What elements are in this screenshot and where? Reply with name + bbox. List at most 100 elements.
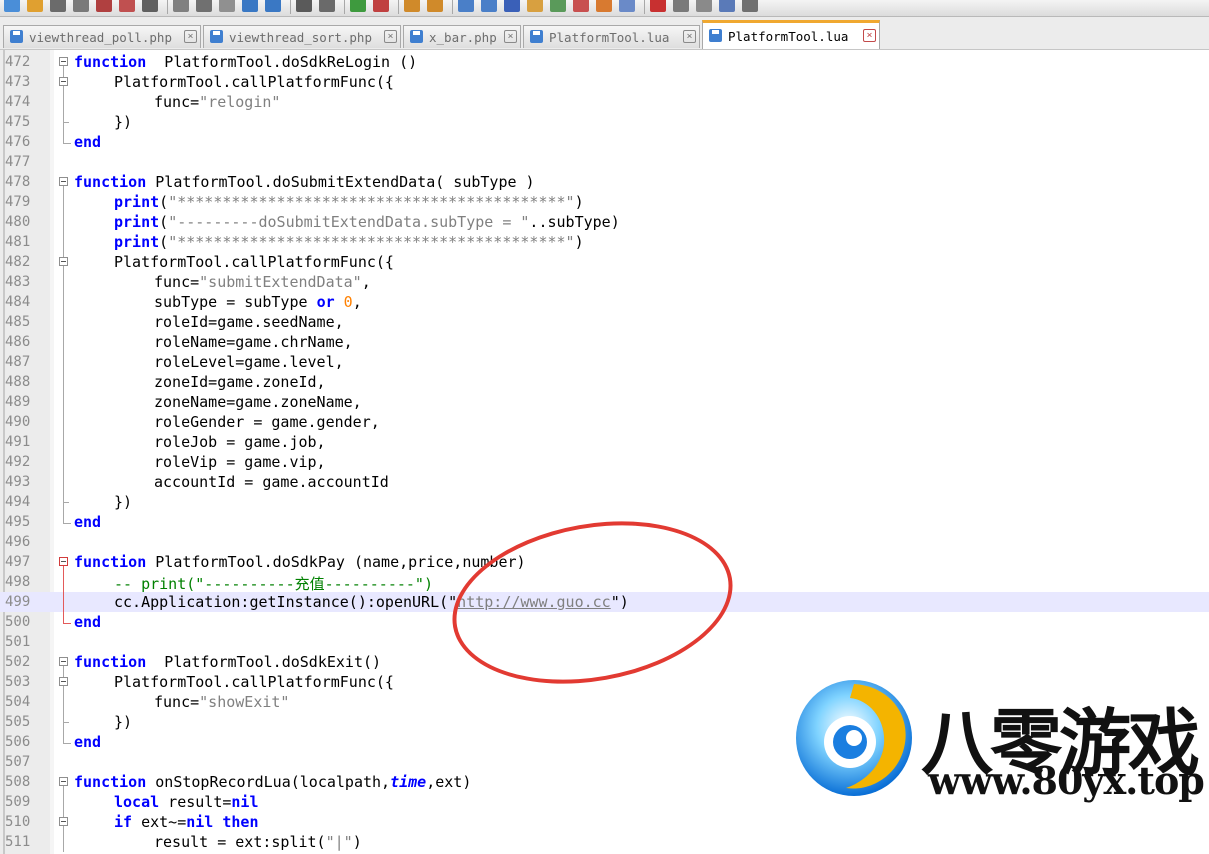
code-line[interactable]: 511 result = ext:split("|") (0, 832, 1209, 852)
code-line[interactable]: 472 function PlatformTool.doSdkReLogin () (0, 52, 1209, 72)
code-text[interactable]: func="relogin" (154, 93, 280, 111)
indent-guide-icon[interactable] (504, 0, 520, 12)
doc-map-icon[interactable] (550, 0, 566, 12)
find-icon[interactable] (296, 0, 312, 12)
code-text[interactable]: function PlatformTool.doSdkReLogin () (74, 53, 417, 71)
code-text[interactable]: print("*********************************… (114, 233, 584, 251)
tab-4[interactable]: PlatformTool.lua × (523, 25, 700, 48)
code-text[interactable]: accountId = game.accountId (154, 473, 389, 491)
code-text[interactable]: function PlatformTool.doSubmitExtendData… (74, 173, 535, 191)
code-text[interactable]: PlatformTool.callPlatformFunc({ (114, 73, 394, 91)
paste-icon[interactable] (219, 0, 235, 12)
code-line[interactable]: 475}) (0, 112, 1209, 132)
code-text[interactable]: zoneId=game.zoneId, (154, 373, 326, 391)
zoom-in-icon[interactable] (350, 0, 366, 12)
undo-icon[interactable] (242, 0, 258, 12)
code-line[interactable]: 484 subType = subType or 0, (0, 292, 1209, 312)
code-line[interactable]: 510 if ext~=nil then (0, 812, 1209, 832)
fold-toggle-icon[interactable] (59, 777, 68, 786)
code-line[interactable]: 473 PlatformTool.callPlatformFunc({ (0, 72, 1209, 92)
code-line[interactable]: 480 print("---------doSubmitExtendData.su… (0, 212, 1209, 232)
code-line[interactable]: 493 accountId = game.accountId (0, 472, 1209, 492)
code-text[interactable]: end (74, 513, 101, 531)
code-text[interactable]: result = ext:split("|") (154, 833, 362, 851)
fold-toggle-icon[interactable] (59, 677, 68, 686)
code-text[interactable]: local result=nil (114, 793, 259, 811)
code-text[interactable]: print("*********************************… (114, 193, 584, 211)
code-line[interactable]: 481 print("******************************… (0, 232, 1209, 252)
folder-workspace-icon[interactable] (596, 0, 612, 12)
code-text[interactable]: subType = subType or 0, (154, 293, 362, 311)
code-line[interactable]: 478 function PlatformTool.doSubmitExtendD… (0, 172, 1209, 192)
code-text[interactable]: }) (114, 713, 132, 731)
sync-vertical-icon[interactable] (404, 0, 420, 12)
code-text[interactable]: roleVip = game.vip, (154, 453, 326, 471)
code-text[interactable]: zoneName=game.zoneName, (154, 393, 362, 411)
tab-1[interactable]: viewthread_poll.php × (3, 25, 201, 48)
code-line[interactable]: 487 roleLevel=game.level, (0, 352, 1209, 372)
replace-icon[interactable] (319, 0, 335, 12)
code-text[interactable]: func="submitExtendData", (154, 273, 371, 291)
redo-icon[interactable] (265, 0, 281, 12)
user-language-icon[interactable] (527, 0, 543, 12)
copy-icon[interactable] (196, 0, 212, 12)
code-text[interactable]: PlatformTool.callPlatformFunc({ (114, 253, 394, 271)
code-text[interactable]: roleId=game.seedName, (154, 313, 344, 331)
fold-toggle-icon[interactable] (59, 77, 68, 86)
record-macro-icon[interactable] (650, 0, 666, 12)
play-macro-icon[interactable] (696, 0, 712, 12)
code-text[interactable]: if ext~=nil then (114, 813, 259, 831)
cut-icon[interactable] (173, 0, 189, 12)
code-text[interactable]: roleJob = game.job, (154, 433, 326, 451)
tab-close-icon[interactable]: × (384, 30, 397, 43)
sync-horizontal-icon[interactable] (427, 0, 443, 12)
code-text[interactable]: end (74, 613, 101, 631)
show-all-chars-icon[interactable] (481, 0, 497, 12)
fold-toggle-icon[interactable] (59, 657, 68, 666)
code-text[interactable]: func="showExit" (154, 693, 289, 711)
code-text[interactable]: function onStopRecordLua(localpath,time,… (74, 773, 471, 791)
tab-close-icon[interactable]: × (184, 30, 197, 43)
code-text[interactable]: end (74, 733, 101, 751)
function-list-icon[interactable] (573, 0, 589, 12)
tab-5[interactable]: PlatformTool.lua × (702, 20, 880, 49)
code-line[interactable]: 482 PlatformTool.callPlatformFunc({ (0, 252, 1209, 272)
run-macro-multiple-icon[interactable] (719, 0, 735, 12)
code-text[interactable]: }) (114, 493, 132, 511)
code-text[interactable]: function PlatformTool.doSdkExit() (74, 653, 381, 671)
code-text[interactable]: PlatformTool.callPlatformFunc({ (114, 673, 394, 691)
code-line[interactable]: 483 func="submitExtendData", (0, 272, 1209, 292)
code-line[interactable]: 476 end (0, 132, 1209, 152)
save-icon[interactable] (50, 0, 66, 12)
close-icon[interactable] (96, 0, 112, 12)
tab-close-icon[interactable]: × (863, 29, 876, 42)
stop-record-icon[interactable] (673, 0, 689, 12)
code-text[interactable]: -- print("----------充值----------") (114, 573, 433, 594)
fold-toggle-icon[interactable] (59, 817, 68, 826)
tab-close-icon[interactable]: × (504, 30, 517, 43)
fold-toggle-icon[interactable] (59, 557, 68, 566)
code-line[interactable]: 486 roleName=game.chrName, (0, 332, 1209, 352)
code-line[interactable]: 490 roleGender = game.gender, (0, 412, 1209, 432)
tab-close-icon[interactable]: × (683, 30, 696, 43)
code-text[interactable]: end (74, 133, 101, 151)
code-line[interactable]: 477 (0, 152, 1209, 172)
monitoring-icon[interactable] (619, 0, 635, 12)
close-all-icon[interactable] (119, 0, 135, 12)
code-line[interactable]: 488 zoneId=game.zoneId, (0, 372, 1209, 392)
code-text[interactable]: function PlatformTool.doSdkPay (name,pri… (74, 553, 526, 571)
save-all-icon[interactable] (73, 0, 89, 12)
code-line[interactable]: 485 roleId=game.seedName, (0, 312, 1209, 332)
code-text[interactable]: roleLevel=game.level, (154, 353, 344, 371)
code-text[interactable]: roleGender = game.gender, (154, 413, 380, 431)
fold-toggle-icon[interactable] (59, 177, 68, 186)
code-line[interactable]: 494}) (0, 492, 1209, 512)
tab-2[interactable]: viewthread_sort.php × (203, 25, 401, 48)
zoom-out-icon[interactable] (373, 0, 389, 12)
code-line[interactable]: 474 func="relogin" (0, 92, 1209, 112)
fold-toggle-icon[interactable] (59, 57, 68, 66)
tab-3[interactable]: x_bar.php × (403, 25, 521, 48)
code-text[interactable]: roleName=game.chrName, (154, 333, 353, 351)
word-wrap-icon[interactable] (458, 0, 474, 12)
code-line[interactable]: 479 print("******************************… (0, 192, 1209, 212)
